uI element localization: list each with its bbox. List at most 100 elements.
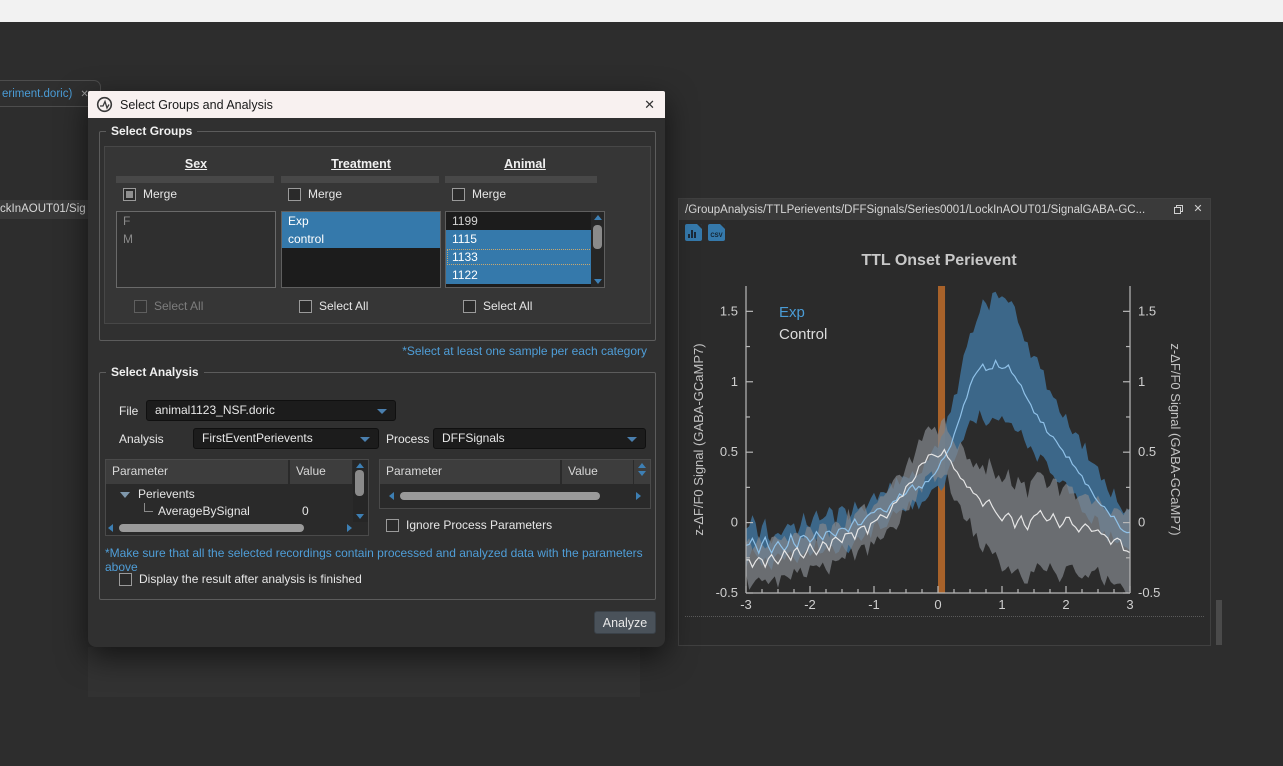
parameter-table-hscrollbar[interactable] (107, 522, 353, 534)
svg-text:-1: -1 (868, 597, 880, 612)
desktop-top-strip (0, 0, 1283, 22)
process-parameter-table[interactable]: Parameter Value (379, 459, 651, 509)
ignore-process-parameters-label: Ignore Process Parameters (406, 518, 552, 532)
parameter-table-vscrollbar[interactable] (353, 460, 368, 522)
dialog-close-icon[interactable]: ✕ (644, 97, 655, 113)
analyze-button[interactable]: Analyze (594, 611, 656, 634)
svg-text:z-ΔF/F0 Signal (GABA-GCaMP7): z-ΔF/F0 Signal (GABA-GCaMP7) (1168, 343, 1183, 535)
background-window-fragment (88, 647, 640, 697)
list-animal[interactable]: 1199111511331122 (445, 211, 605, 288)
column-separator (281, 176, 439, 183)
merge-checkbox-animal[interactable] (452, 188, 465, 201)
select-all-row-treatment[interactable]: Select All (299, 299, 368, 313)
list-item-control[interactable]: control (282, 230, 440, 248)
app-logo-icon (96, 96, 113, 113)
ignore-process-parameters-checkbox[interactable] (386, 519, 399, 532)
svg-text:0: 0 (1138, 515, 1145, 530)
chart-panel-titlebar: /GroupAnalysis/TTLPerievents/DFFSignals/… (679, 199, 1210, 220)
file-label: File (119, 404, 138, 418)
list-item-exp[interactable]: Exp (282, 212, 440, 230)
column-separator (116, 176, 274, 183)
svg-text:3: 3 (1126, 597, 1133, 612)
column-separator (445, 176, 597, 183)
scroll-down-icon[interactable] (594, 279, 602, 284)
merge-checkbox-treatment[interactable] (288, 188, 301, 201)
merge-label: Merge (143, 187, 177, 201)
merge-row-animal[interactable]: Merge (452, 187, 506, 201)
list-item-1122[interactable]: 1122 (446, 266, 593, 284)
panel-close-icon[interactable]: ✕ (1190, 202, 1206, 218)
svg-text:TTL Onset Perievent: TTL Onset Perievent (861, 252, 1017, 269)
display-result-label: Display the result after analysis is fin… (139, 572, 362, 586)
groups-columns-container: Sex Merge FM Treatment Merge Expcontrol Animal… (104, 146, 651, 324)
svg-text:2: 2 (1062, 597, 1069, 612)
averagebysignal-value[interactable]: 0 (302, 503, 309, 520)
column-header-animal: Animal (445, 157, 605, 171)
scroll-up-icon[interactable] (594, 215, 602, 220)
process-table-spinner[interactable] (634, 460, 650, 484)
display-result-row[interactable]: Display the result after analysis is fin… (119, 572, 362, 586)
svg-text:1: 1 (1138, 374, 1145, 389)
value-header: Value (562, 460, 634, 484)
svg-text:0.5: 0.5 (720, 444, 738, 459)
select-all-row-animal[interactable]: Select All (463, 299, 532, 313)
scrollbar-handle[interactable] (1216, 600, 1222, 645)
analysis-combobox[interactable]: FirstEventPerievents (193, 428, 379, 449)
select-all-label: Select All (154, 299, 203, 313)
list-treatment[interactable]: Expcontrol (281, 211, 441, 288)
process-table-hscrollbar[interactable] (388, 490, 642, 502)
merge-row-sex[interactable]: Merge (123, 187, 177, 201)
select-all-checkbox-treatment[interactable] (299, 300, 312, 313)
background-panel-title: ckInAOUT01/Sig (0, 200, 88, 219)
chart-panel: /GroupAnalysis/TTLPerievents/DFFSignals/… (678, 198, 1211, 646)
select-groups-analysis-dialog: Select Groups and Analysis ✕ Select Grou… (88, 91, 665, 647)
chart-panel-title: /GroupAnalysis/TTLPerievents/DFFSignals/… (685, 200, 1166, 220)
perievent-chart[interactable]: TTL Onset PerieventExpControl-3-2-10123-… (679, 220, 1210, 616)
restore-icon[interactable] (1170, 202, 1186, 218)
analysis-parameter-table[interactable]: Parameter Value Perievents AverageBySign… (105, 459, 369, 536)
svg-text:Control: Control (779, 326, 827, 343)
list-item-m: M (117, 230, 275, 248)
animal-list-scrollbar[interactable] (591, 212, 604, 287)
panel-bottom-separator (685, 616, 1204, 617)
merge-row-treatment[interactable]: Merge (288, 187, 342, 201)
list-item-1133[interactable]: 1133 (446, 248, 593, 266)
column-header-treatment: Treatment (281, 157, 441, 171)
file-combobox[interactable]: animal1123_NSF.doric (146, 400, 396, 421)
list-item-1115[interactable]: 1115 (446, 230, 593, 248)
select-groups-groupbox: Select Groups SexMergeFMTreatmentMergeEx… (99, 131, 656, 341)
select-analysis-groupbox: Select Analysis File animal1123_NSF.dori… (99, 372, 656, 600)
merge-label: Merge (308, 187, 342, 201)
merge-label: Merge (472, 187, 506, 201)
list-item-1199[interactable]: 1199 (446, 212, 593, 230)
merge-checkbox-sex[interactable] (123, 188, 136, 201)
svg-text:0: 0 (731, 515, 738, 530)
background-document-tab[interactable]: eriment.doric)✕ (0, 80, 101, 107)
scroll-handle[interactable] (593, 225, 602, 249)
list-sex[interactable]: FM (116, 211, 276, 288)
svg-text:1.5: 1.5 (1138, 303, 1156, 318)
dialog-titlebar[interactable]: Select Groups and Analysis ✕ (88, 91, 665, 118)
svg-text:z-ΔF/F0 Signal (GABA-GCaMP7): z-ΔF/F0 Signal (GABA-GCaMP7) (691, 343, 706, 535)
svg-text:-3: -3 (740, 597, 752, 612)
display-result-checkbox[interactable] (119, 573, 132, 586)
tree-row-perievents[interactable]: Perievents (106, 486, 352, 503)
select-all-row-sex: Select All (134, 299, 203, 313)
expander-icon[interactable] (120, 492, 130, 498)
select-groups-title: Select Groups (106, 124, 197, 138)
column-header-sex: Sex (116, 157, 276, 171)
parameter-header: Parameter (106, 460, 289, 484)
analysis-note: *Make sure that all the selected recordi… (105, 546, 653, 574)
svg-text:1: 1 (998, 597, 1005, 612)
svg-text:1: 1 (731, 374, 738, 389)
ignore-process-parameters-row[interactable]: Ignore Process Parameters (386, 518, 552, 532)
process-combobox[interactable]: DFFSignals (433, 428, 646, 449)
dialog-title: Select Groups and Analysis (113, 98, 644, 112)
svg-text:Exp: Exp (779, 304, 805, 321)
select-analysis-title: Select Analysis (106, 365, 204, 379)
select-all-label: Select All (319, 299, 368, 313)
tree-row-averagebysignal[interactable]: AverageBySignal 0 (106, 503, 352, 520)
select-all-checkbox-animal[interactable] (463, 300, 476, 313)
screen: eriment.doric)✕ ckInAOUT01/Sig /GroupAna… (0, 0, 1283, 766)
svg-text:1.5: 1.5 (720, 303, 738, 318)
